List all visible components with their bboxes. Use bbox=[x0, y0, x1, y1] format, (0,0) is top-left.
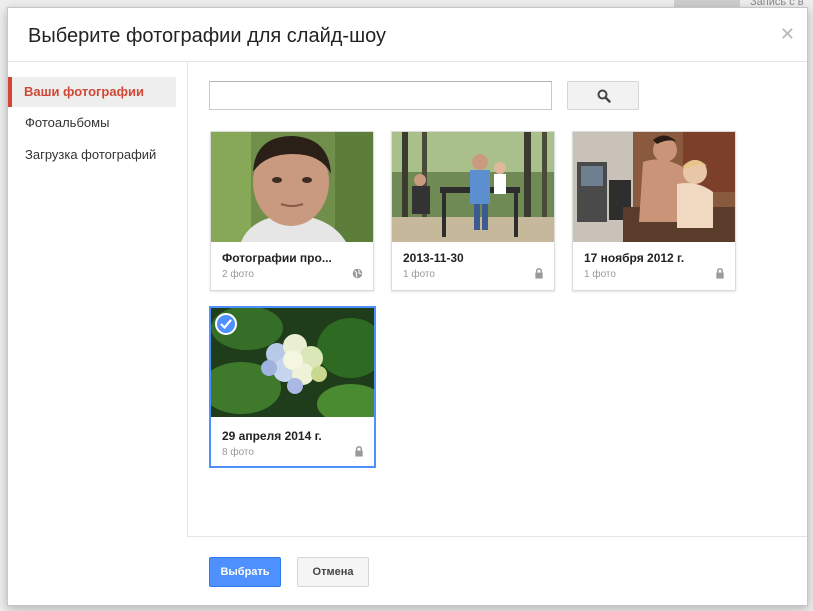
selected-check-icon[interactable] bbox=[215, 313, 237, 335]
album-title: Фотографии про... bbox=[222, 251, 332, 265]
album-photo-count: 1 фото bbox=[584, 269, 616, 280]
dialog-title: Выберите фотографии для слайд-шоу bbox=[28, 25, 387, 47]
search-button[interactable] bbox=[567, 81, 639, 110]
album-card-selected[interactable]: 29 апреля 2014 г. 8 фото bbox=[209, 306, 376, 468]
sidebar-item-albums[interactable]: Фотоальбомы bbox=[8, 108, 176, 138]
lock-icon bbox=[716, 268, 724, 279]
search-input[interactable] bbox=[209, 81, 552, 110]
lock-icon bbox=[355, 446, 363, 457]
album-title: 17 ноября 2012 г. bbox=[584, 251, 685, 265]
sidebar-item-upload[interactable]: Загрузка фотографий bbox=[8, 140, 176, 170]
album-title: 29 апреля 2014 г. bbox=[222, 429, 322, 443]
album-card[interactable]: 17 ноября 2012 г. 1 фото bbox=[572, 131, 736, 291]
album-title: 2013-11-30 bbox=[403, 251, 464, 265]
album-photo-count: 8 фото bbox=[222, 447, 254, 458]
footer-divider bbox=[188, 536, 807, 537]
sidebar: Ваши фотографии Фотоальбомы Загрузка фот… bbox=[8, 62, 188, 537]
globe-icon bbox=[352, 268, 363, 279]
slideshow-photo-picker-dialog: Выберите фотографии для слайд-шоу ✕ Ваши… bbox=[7, 7, 808, 606]
album-photo-count: 2 фото bbox=[222, 269, 254, 280]
sidebar-item-your-photos[interactable]: Ваши фотографии bbox=[8, 77, 176, 107]
search-icon bbox=[597, 89, 611, 103]
lock-icon bbox=[535, 268, 543, 279]
close-icon[interactable]: ✕ bbox=[780, 24, 795, 45]
album-thumbnail bbox=[392, 132, 554, 242]
select-button[interactable]: Выбрать bbox=[209, 557, 281, 587]
album-photo-count: 1 фото bbox=[403, 269, 435, 280]
album-card[interactable]: 2013-11-30 1 фото bbox=[391, 131, 555, 291]
album-thumbnail bbox=[211, 132, 373, 242]
album-card[interactable]: Фотографии про... 2 фото bbox=[210, 131, 374, 291]
album-thumbnail bbox=[573, 132, 735, 242]
cancel-button[interactable]: Отмена bbox=[297, 557, 369, 587]
